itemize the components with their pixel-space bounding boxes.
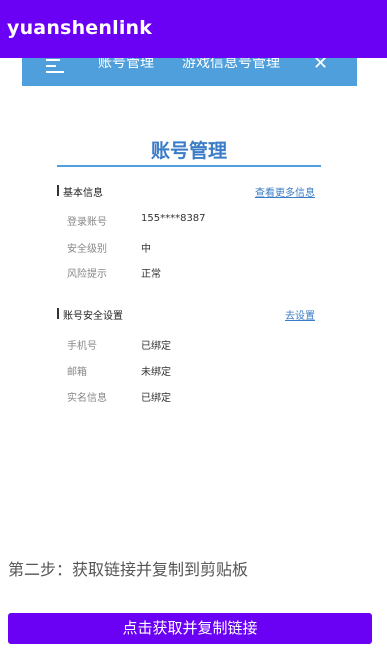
row-label: 手机号 [67,341,97,352]
section-security-settings: 账号安全设置 去设置 [57,307,321,322]
row-value: 已绑定 [141,341,171,352]
section-heading: 账号安全设置 [63,311,123,322]
row-value: 正常 [141,269,161,280]
section-heading: 基本信息 [63,188,103,199]
step-instruction: 第二步：获取链接并复制到剪贴板 [8,560,249,579]
row-label: 邮箱 [67,367,87,378]
copy-link-button[interactable]: 点击获取并复制链接 [8,613,372,644]
row-value: 未绑定 [141,367,171,378]
info-row-risk-tip: 风险提示 正常 [67,265,317,280]
info-row-login-account: 登录账号 155****8387 [67,213,317,228]
row-label: 风险提示 [67,269,107,280]
title-underline [57,165,321,167]
row-value: 中 [141,244,151,255]
info-row-real-name: 实名信息 已绑定 [67,389,317,404]
info-row-email: 邮箱 未绑定 [67,363,317,378]
info-row-phone: 手机号 已绑定 [67,337,317,352]
view-more-link[interactable]: 查看更多信息 [255,184,315,199]
section-basic-info: 基本信息 查看更多信息 [57,184,321,199]
row-label: 实名信息 [67,393,107,404]
row-label: 安全级别 [67,244,107,255]
app-title: yuanshenlink [7,17,153,39]
app-bar: yuanshenlink [0,0,387,58]
info-row-security-level: 安全级别 中 [67,240,317,255]
go-settings-link[interactable]: 去设置 [285,307,315,322]
section-marker [57,308,59,319]
menu-icon[interactable] [46,59,64,73]
section-marker [57,185,59,196]
row-value: 已绑定 [141,393,171,404]
row-value: 155****8387 [141,213,206,224]
row-label: 登录账号 [67,217,107,228]
page-title: 账号管理 [150,140,227,162]
